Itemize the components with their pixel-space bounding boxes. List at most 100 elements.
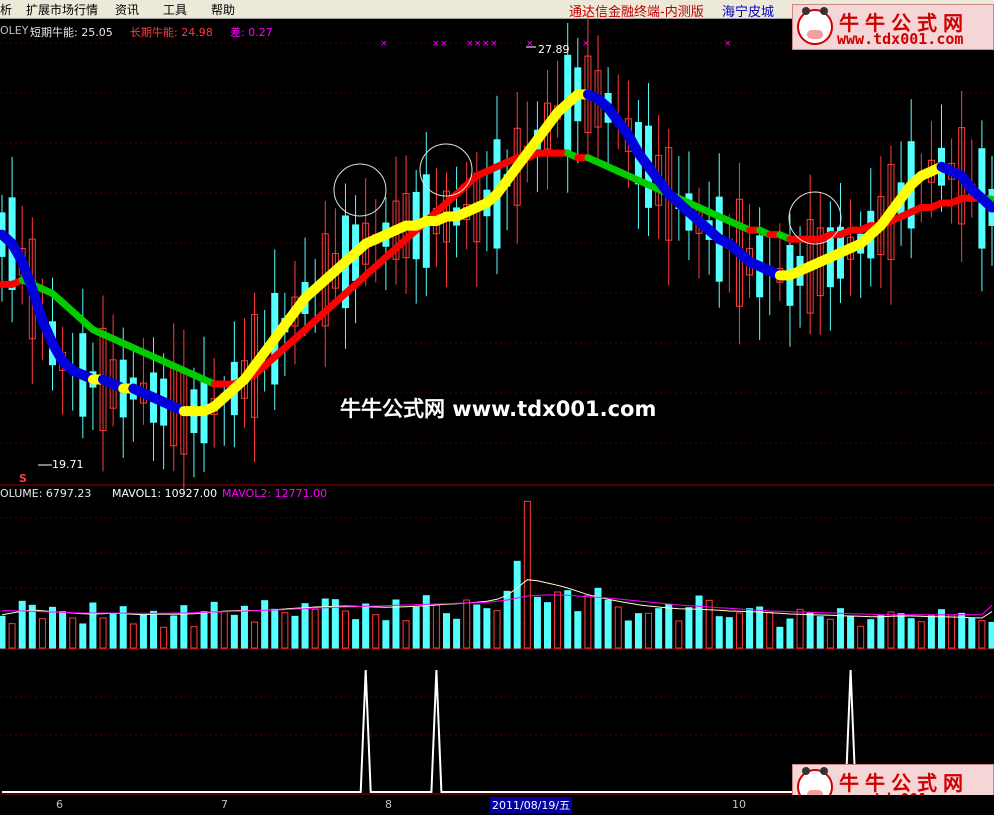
volume-bar <box>432 604 440 649</box>
sell-signal-marker: S <box>19 472 27 485</box>
volume-bar <box>170 615 178 649</box>
volume-bar <box>129 623 137 649</box>
volume-bar <box>533 596 541 649</box>
volume-bar <box>877 615 885 649</box>
volume-bar <box>0 615 6 649</box>
indicator-name-label: OLEY <box>0 24 29 37</box>
volume-bar <box>301 603 309 649</box>
volume-bar <box>513 560 521 649</box>
volume-label: OLUME: 6797.23 <box>0 487 92 500</box>
signal-cross-marker: × <box>582 39 590 49</box>
volume-bar <box>624 620 632 649</box>
signal-cross-marker: × <box>466 39 474 49</box>
volume-bar <box>180 605 188 649</box>
volume-bar <box>523 500 531 649</box>
volume-bar <box>463 599 471 649</box>
signal-cross-marker: × <box>490 39 498 49</box>
signal-cross-marker: × <box>482 39 490 49</box>
volume-bar <box>836 608 844 649</box>
volume-bar <box>261 600 269 649</box>
volume-bar <box>89 602 97 649</box>
volume-bar <box>291 615 299 649</box>
volume-bar <box>341 610 349 649</box>
watermark-text: 牛牛公式网 www.tdx001.com <box>340 397 657 421</box>
volume-bars <box>0 500 994 649</box>
volume-bar <box>766 611 774 649</box>
volume-bar <box>8 623 16 649</box>
signal-cross-marker: × <box>724 39 732 49</box>
difference-label: 差: 0.27 <box>230 26 273 39</box>
volume-bar <box>352 619 360 649</box>
volume-bar <box>362 603 370 649</box>
volume-bar <box>978 620 986 649</box>
volume-bar <box>796 608 804 649</box>
volume-bar <box>79 623 87 649</box>
time-axis-label: 6 <box>56 798 63 811</box>
signal-cross-marker: × <box>474 39 482 49</box>
volume-bar <box>251 621 259 649</box>
volume-bar <box>897 613 905 649</box>
volume-bar <box>372 614 380 649</box>
volume-bar <box>412 606 420 649</box>
volume-bar <box>887 611 895 649</box>
site-logo-top[interactable]: 牛牛公式网 www.tdx001.com <box>792 4 994 50</box>
volume-bar <box>968 617 976 649</box>
volume-bar <box>725 617 733 649</box>
volume-bar <box>675 620 683 649</box>
volume-bar <box>988 621 994 649</box>
volume-bar <box>786 618 794 649</box>
time-axis-label: 8 <box>385 798 392 811</box>
volume-bar <box>735 612 743 649</box>
mavol2-label: MAVOL2: 12771.00 <box>222 487 328 500</box>
volume-bar <box>917 621 925 649</box>
volume-bar <box>857 625 865 649</box>
volume-bar <box>645 612 653 649</box>
volume-bar <box>473 604 481 649</box>
time-axis-label: 10 <box>732 798 746 811</box>
volume-bar <box>220 610 228 649</box>
long-energy-label: 长期牛能: 24.98 <box>130 26 213 39</box>
volume-bar <box>958 612 966 649</box>
volume-bar <box>49 606 57 649</box>
volume-bar <box>907 618 915 649</box>
volume-bar <box>18 600 26 649</box>
volume-bar <box>816 616 824 649</box>
volume-bar <box>422 595 430 649</box>
volume-bar <box>160 626 168 649</box>
volume-bar <box>109 612 117 649</box>
signal-cross-marker: × <box>440 39 448 49</box>
volume-bar <box>604 599 612 649</box>
volume-bar <box>382 620 390 649</box>
cow-icon <box>797 7 833 45</box>
time-axis: 6 7 8 2011/08/19/五 10 <box>0 795 994 815</box>
volume-bar <box>210 601 218 649</box>
volume-bar <box>614 606 622 649</box>
volume-bar <box>826 618 834 649</box>
volume-bar <box>200 611 208 649</box>
volume-bar <box>240 605 248 649</box>
volume-bar <box>281 612 289 649</box>
volume-bar <box>715 616 723 649</box>
volume-bar <box>59 611 67 649</box>
volume-bar <box>584 594 592 649</box>
signal-cross-marker: × <box>380 39 388 49</box>
volume-bar <box>453 618 461 649</box>
volume-bar <box>311 608 319 649</box>
volume-bar <box>483 608 491 649</box>
volume-bar <box>937 609 945 649</box>
signal-cross-marker: × <box>432 39 440 49</box>
volume-bar <box>806 612 814 649</box>
time-axis-label: 7 <box>221 798 228 811</box>
volume-bar <box>554 591 562 649</box>
highlight-circle <box>333 163 387 217</box>
volume-bar <box>776 626 784 649</box>
volume-bar <box>847 615 855 649</box>
volume-bar <box>685 607 693 649</box>
mavol1-label: MAVOL1: 10927.00 <box>112 487 218 500</box>
volume-bar <box>139 614 147 649</box>
volume-bar <box>442 613 450 649</box>
volume-bar <box>695 595 703 649</box>
high-price-label: 27.89 <box>538 43 570 56</box>
volume-bar <box>927 615 935 649</box>
volume-bar <box>544 602 552 649</box>
